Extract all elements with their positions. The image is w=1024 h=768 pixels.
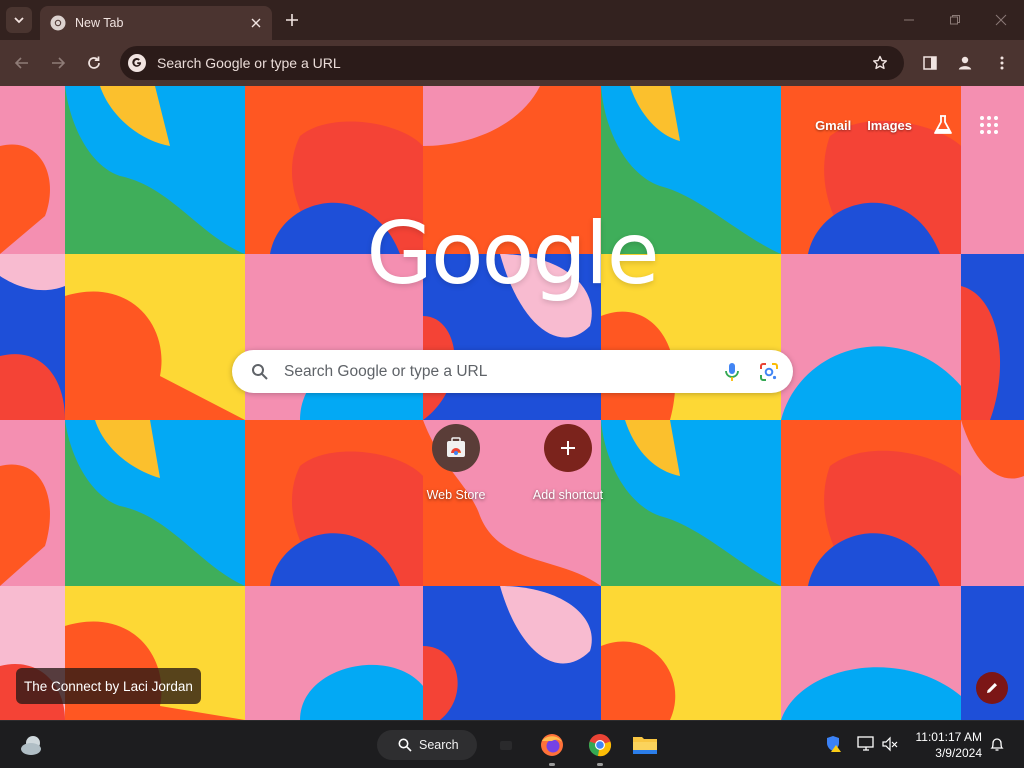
chrome-icon xyxy=(50,15,66,31)
close-tab-button[interactable] xyxy=(246,13,266,33)
windows-security-tray[interactable] xyxy=(823,733,845,755)
top-links: Gmail Images xyxy=(815,110,1004,140)
plus-icon xyxy=(286,14,298,26)
taskbar-file-explorer[interactable] xyxy=(629,729,661,761)
shortcut-add[interactable]: Add shortcut xyxy=(513,424,623,502)
restore-button[interactable] xyxy=(943,8,967,32)
network-tray[interactable] xyxy=(855,733,877,755)
file-explorer-icon xyxy=(633,737,657,754)
forward-button[interactable] xyxy=(44,49,72,77)
new-tab-button[interactable] xyxy=(280,8,304,32)
shortcut-label: Web Store xyxy=(426,488,486,502)
voice-search-button[interactable] xyxy=(719,359,745,385)
back-button[interactable] xyxy=(8,49,36,77)
shortcut-label: Add shortcut xyxy=(532,488,604,502)
tab-search-button[interactable] xyxy=(6,7,32,33)
reload-icon xyxy=(88,56,100,69)
arrow-left-icon xyxy=(14,57,28,69)
close-icon xyxy=(995,14,1007,26)
google-lens-button[interactable] xyxy=(756,359,782,385)
browser-toolbar: Search Google or type a URL xyxy=(0,40,1024,86)
bookmark-star-button[interactable] xyxy=(866,49,894,77)
google-apps-button[interactable] xyxy=(974,110,1004,140)
clock-time: 11:01:17 AM xyxy=(915,730,983,744)
tab-new-tab[interactable]: New Tab xyxy=(40,6,272,40)
address-bar-placeholder: Search Google or type a URL xyxy=(157,55,341,71)
images-link[interactable]: Images xyxy=(867,118,912,133)
shortcut-web-store[interactable]: Web Store xyxy=(401,424,511,502)
gmail-link[interactable]: Gmail xyxy=(815,118,851,133)
pencil-icon xyxy=(987,683,997,693)
network-icon xyxy=(857,736,874,751)
tab-title: New Tab xyxy=(75,16,124,30)
firefox-icon xyxy=(541,734,563,756)
minimize-icon xyxy=(904,19,914,21)
shield-warning-icon xyxy=(827,736,841,752)
chrome-icon xyxy=(588,734,612,757)
customize-chrome-button[interactable] xyxy=(976,672,1008,704)
arrow-right-icon xyxy=(52,57,66,69)
search-icon xyxy=(250,362,270,382)
close-window-button[interactable] xyxy=(989,8,1013,32)
search-labs-button[interactable] xyxy=(928,110,958,140)
search-icon xyxy=(398,738,412,752)
running-indicator xyxy=(549,763,555,766)
profile-button[interactable] xyxy=(951,49,979,77)
restore-icon xyxy=(950,15,960,25)
task-view-button[interactable] xyxy=(490,729,522,761)
web-store-icon xyxy=(432,424,480,472)
star-icon xyxy=(873,55,887,70)
chevron-down-icon xyxy=(14,17,24,24)
notifications-button[interactable] xyxy=(986,733,1008,755)
reload-button[interactable] xyxy=(80,49,108,77)
background-credit-link[interactable]: The Connect by Laci Jordan xyxy=(16,668,201,704)
taskbar-chrome[interactable] xyxy=(584,729,616,766)
person-icon xyxy=(958,56,972,70)
lens-icon xyxy=(760,362,778,381)
volume-tray[interactable] xyxy=(879,733,901,755)
close-icon xyxy=(251,18,261,28)
taskbar-firefox[interactable] xyxy=(536,729,568,766)
weather-cloud-icon xyxy=(21,736,41,755)
google-g-icon xyxy=(128,54,146,72)
microphone-icon xyxy=(725,362,739,381)
plus-icon xyxy=(544,424,592,472)
taskbar-search-button[interactable]: Search xyxy=(377,730,477,760)
clock-date: 3/9/2024 xyxy=(935,746,982,760)
running-indicator xyxy=(597,763,603,766)
google-logo: Google xyxy=(366,204,659,304)
new-tab-page: Gmail Images Google Search Google or typ… xyxy=(0,86,1024,720)
side-panel-icon xyxy=(923,56,937,70)
more-vertical-icon xyxy=(1000,56,1004,70)
chrome-menu-button[interactable] xyxy=(988,49,1016,77)
weather-widget[interactable] xyxy=(18,731,46,759)
side-panel-button[interactable] xyxy=(916,49,944,77)
search-box[interactable]: Search Google or type a URL xyxy=(232,350,793,393)
title-bar: New Tab xyxy=(0,0,1024,40)
background-artwork xyxy=(0,86,1024,720)
address-bar[interactable]: Search Google or type a URL xyxy=(120,46,904,80)
search-input[interactable]: Search Google or type a URL xyxy=(284,363,719,381)
volume-muted-icon xyxy=(882,736,898,752)
flask-icon xyxy=(934,115,952,134)
windows-taskbar: Search 11:01:17 AM 3/9/2024 xyxy=(0,720,1024,768)
task-view-icon xyxy=(500,741,512,750)
bell-icon xyxy=(990,738,1004,751)
system-clock[interactable]: 11:01:17 AM 3/9/2024 xyxy=(900,729,983,761)
minimize-button[interactable] xyxy=(897,8,921,32)
apps-grid-icon xyxy=(980,116,998,134)
taskbar-search-label: Search xyxy=(419,738,459,752)
